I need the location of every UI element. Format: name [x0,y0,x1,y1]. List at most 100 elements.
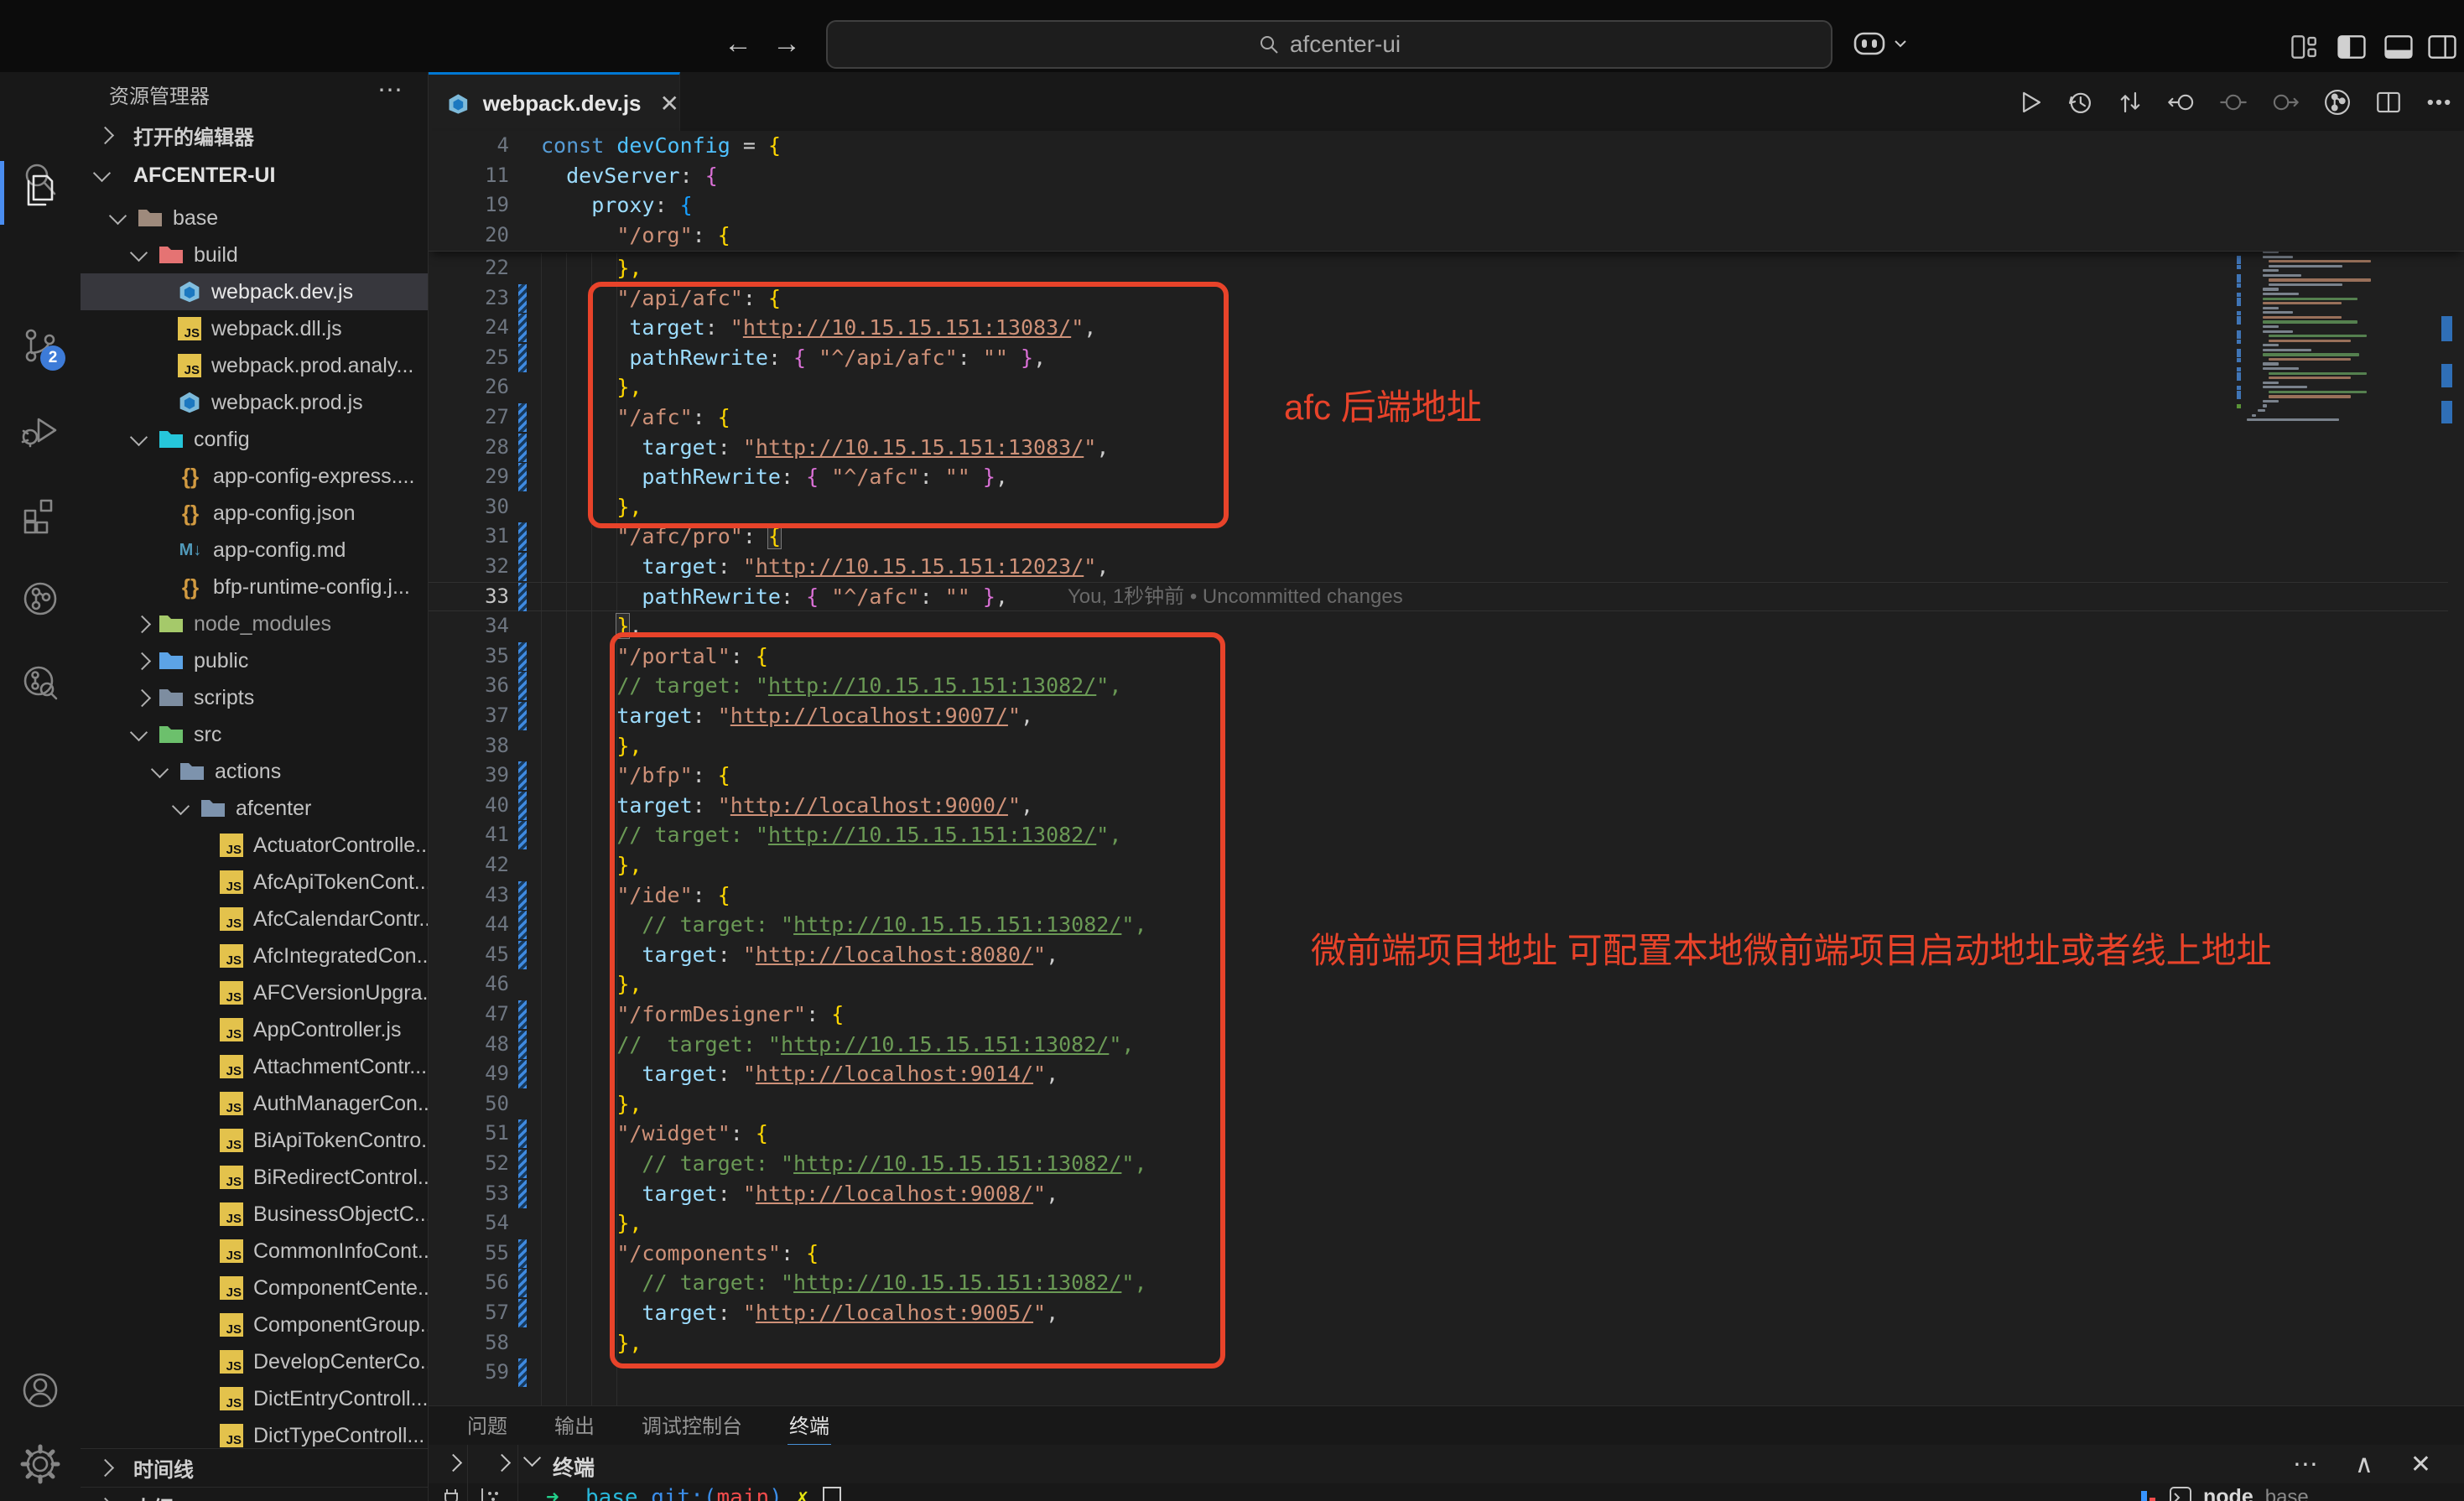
toggle-secondary-sidebar-button[interactable] [2424,30,2461,64]
outline-section[interactable]: 大纲 [81,1487,428,1501]
tree-item-public[interactable]: public [81,642,428,679]
sticky-line-4[interactable]: 4const devConfig = { [429,131,2464,161]
tab-webpack-dev-js[interactable]: webpack.dev.js ✕ [429,72,680,132]
tree-item-afcenter[interactable]: afcenter [81,790,428,827]
tree-item-businessobjectc-[interactable]: JSBusinessObjectC... [81,1196,428,1233]
sticky-line-20[interactable]: 20 "/org": { [429,221,2464,251]
tree-item-webpack-dev-js[interactable]: webpack.dev.js [81,273,428,310]
tree-item-biredirectcontrol-[interactable]: JSBiRedirectControl... [81,1159,428,1196]
tree-item-app-config-json[interactable]: {}app-config.json [81,495,428,532]
tree-item-appcontroller-js[interactable]: JSAppController.js [81,1011,428,1048]
tree-item-webpack-prod-js[interactable]: webpack.prod.js [81,384,428,421]
split-editor-icon[interactable] [2374,88,2403,117]
tree-item-base[interactable]: base [81,200,428,236]
timeline-section[interactable]: 时间线 [81,1448,428,1487]
tree-item-label: actions [215,760,281,784]
tree-item-app-config-md[interactable]: M↓app-config.md [81,532,428,569]
tree-item-afcapitokencont-[interactable]: JSAfcApiTokenCont... [81,864,428,901]
project-root-item[interactable]: AFCENTER-UI [81,154,428,196]
run-file-icon[interactable] [2015,88,2044,117]
search-value: afcenter-ui [1290,31,1401,58]
terminal-content[interactable]: ➜ base git:(main) ✗ node base [429,1483,2464,1501]
extensions-view-icon[interactable] [13,488,67,542]
tree-item-label: AuthManagerCon... [253,1092,428,1116]
tab-terminal[interactable]: 终端 [788,1406,831,1446]
toggle-panel-button[interactable] [2380,30,2417,64]
current-change-icon[interactable] [2218,88,2248,117]
previous-change-icon[interactable] [2166,88,2196,117]
tree-item-label: ActuatorControlle... [253,834,428,858]
customize-layout-button[interactable] [2286,30,2323,64]
chevron-down-icon [93,164,111,181]
account-icon[interactable] [13,1363,67,1417]
sticky-line-11[interactable]: 11 devServer: { [429,161,2464,191]
maximize-panel-icon[interactable]: ∧ [2355,1450,2373,1479]
tree-item-authmanagercon-[interactable]: JSAuthManagerCon... [81,1085,428,1122]
tree-item-developcenterco-[interactable]: JSDevelopCenterCo... [81,1343,428,1380]
tree-item-dicttypecontroll-[interactable]: JSDictTypeControll... [81,1417,428,1448]
code-line-33[interactable]: 33 pathRewrite: { "^/afc": "" },You, 1秒钟… [429,582,2464,612]
modified-gutter-bar [518,911,527,939]
nav-back-icon[interactable]: ← [720,25,756,62]
annotation-box-micro-frontend [610,632,1225,1369]
tree-item-commoninfocont-[interactable]: JSCommonInfoCont... [81,1233,428,1270]
close-panel-icon[interactable]: ✕ [2410,1450,2431,1479]
code-line-32[interactable]: 32 target: "http://10.15.15.151:12023/", [429,552,2464,582]
tree-item-componentgroup-[interactable]: JSComponentGroup... [81,1306,428,1343]
tree-item-config[interactable]: config [81,421,428,458]
tree-item-label: BiApiTokenContro... [253,1129,428,1153]
commit-graph-icon[interactable] [2322,87,2352,117]
copilot-menu[interactable] [1850,27,1907,60]
tab-problems[interactable]: 问题 [465,1406,509,1446]
editor-actions [2015,72,2453,132]
tree-item-afcversionupgra-[interactable]: JSAFCVersionUpgra... [81,974,428,1011]
timeline-history-icon[interactable] [2066,88,2094,117]
modified-gutter-bar [518,583,527,611]
explorer-view-icon[interactable] [13,163,67,216]
tree-item-build[interactable]: build [81,236,428,273]
open-editors-section[interactable]: 打开的编辑器 [81,116,428,154]
panel-more-actions-icon[interactable]: ⋯ [2293,1450,2318,1479]
tree-item-componentcente-[interactable]: JSComponentCente... [81,1270,428,1306]
tab-close-icon[interactable]: ✕ [660,90,679,117]
tree-item-actuatorcontrolle-[interactable]: JSActuatorControlle... [81,827,428,864]
gitlens-view-icon[interactable] [13,572,67,626]
settings-gear-icon[interactable] [13,1437,67,1491]
run-debug-view-icon[interactable] [13,404,67,458]
nav-forward-icon[interactable]: → [768,25,805,62]
terminal-list-item[interactable]: node base [2139,1485,2309,1501]
tree-item-actions[interactable]: actions [81,753,428,790]
panel-tabs: 问题 输出 调试控制台 终端 [465,1406,831,1445]
explorer-more-actions-icon[interactable]: ⋯ [377,75,404,105]
tree-item-app-config-express-[interactable]: {}app-config-express.... [81,458,428,495]
overview-ruler[interactable] [2441,72,2452,1405]
toggle-sidebar-button[interactable] [2333,30,2370,64]
tab-output[interactable]: 输出 [553,1406,596,1446]
tree-item-scripts[interactable]: scripts [81,679,428,716]
tree-item-attachmentcontr-[interactable]: JSAttachmentContr... [81,1048,428,1085]
annotation-text-afc-backend: afc 后端地址 [1284,379,1482,430]
tree-item-afccalendarcontr-[interactable]: JSAfcCalendarContr... [81,901,428,937]
tree-item-label: public [194,649,248,673]
command-center-search[interactable]: afcenter-ui [826,20,1832,69]
tree-item-afcintegratedcon-[interactable]: JSAfcIntegratedCon... [81,937,428,974]
tree-item-bfp-runtime-config-j-[interactable]: {}bfp-runtime-config.j... [81,569,428,605]
tree-item-node-modules[interactable]: node_modules [81,605,428,642]
js-file-icon: JS [220,1055,243,1078]
chevron-down-icon[interactable] [523,1449,541,1467]
tree-item-biapitokencontro-[interactable]: JSBiApiTokenContro... [81,1122,428,1159]
tab-label: webpack.dev.js [483,91,642,117]
sticky-line-19[interactable]: 19 proxy: { [429,190,2464,221]
tab-debug-console[interactable]: 调试控制台 [640,1406,744,1446]
modified-gutter-bar [518,522,527,551]
tree-item-dictentrycontroll-[interactable]: JSDictEntryControll... [81,1380,428,1417]
terminal-process-name: node [2203,1485,2253,1501]
tree-item-webpack-dll-js[interactable]: JSwebpack.dll.js [81,310,428,347]
tree-item-src[interactable]: src [81,716,428,753]
gitlens-inspect-view-icon[interactable] [13,656,67,709]
tree-item-webpack-prod-analy-[interactable]: JSwebpack.prod.analy... [81,347,428,384]
code-line-22[interactable]: 22 }, [429,253,2464,283]
tree-item-label: app-config-express.... [213,465,414,489]
next-change-icon[interactable] [2270,88,2300,117]
compare-changes-icon[interactable] [2116,88,2144,117]
